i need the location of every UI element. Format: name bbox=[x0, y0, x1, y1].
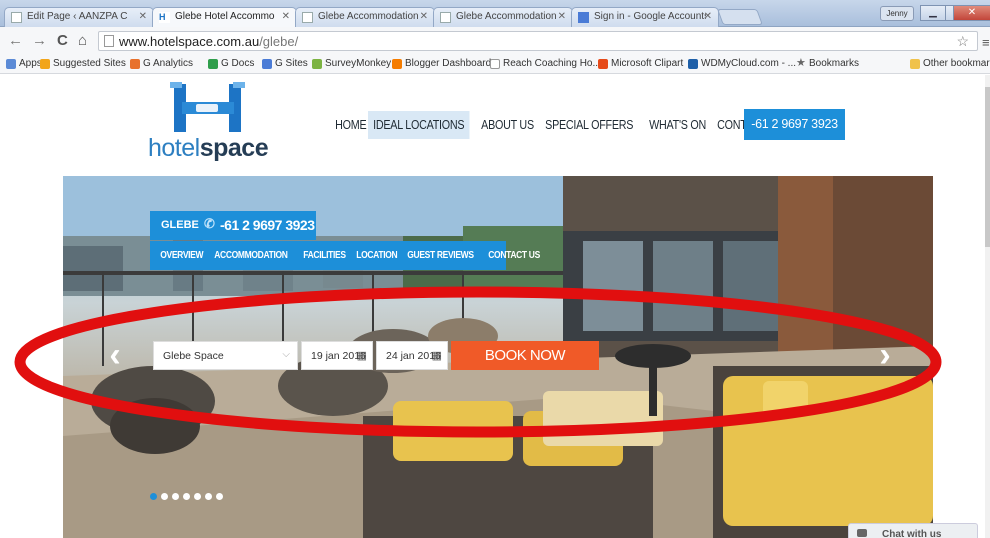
page-icon bbox=[440, 12, 451, 23]
main-navigation: HOME IDEAL LOCATIONS ABOUT US SPECIAL OF… bbox=[330, 110, 791, 140]
slide-dot[interactable] bbox=[150, 493, 157, 500]
blogger-icon bbox=[392, 59, 402, 69]
other-bookmarks[interactable]: Other bookmarks bbox=[910, 58, 990, 69]
bookmark-g-sites[interactable]: G Sites bbox=[262, 58, 308, 69]
browser-tab-active[interactable]: H Glebe Hotel Accommodat ✕ bbox=[152, 7, 297, 28]
address-bar[interactable]: www.hotelspace.com.au/glebe/ ☆ bbox=[98, 31, 978, 51]
suggested-sites-icon bbox=[40, 59, 50, 69]
slide-dot[interactable] bbox=[172, 493, 179, 500]
surveymonkey-icon bbox=[312, 59, 322, 69]
scrollbar-thumb[interactable] bbox=[985, 87, 990, 247]
analytics-icon bbox=[130, 59, 140, 69]
folder-icon bbox=[910, 59, 920, 69]
nav-about-us[interactable]: ABOUT US bbox=[476, 111, 539, 139]
close-tab-icon[interactable]: ✕ bbox=[558, 11, 566, 22]
slide-indicators bbox=[150, 493, 223, 500]
slider-prev-arrow-icon[interactable]: ‹ bbox=[98, 335, 132, 375]
logo-h-mark-icon bbox=[170, 82, 245, 132]
google-favicon-icon bbox=[578, 12, 589, 23]
slide-dot[interactable] bbox=[194, 493, 201, 500]
location-select[interactable]: Glebe Space ⌵ bbox=[153, 341, 298, 370]
subnav-location[interactable]: LOCATION bbox=[352, 250, 402, 261]
reload-icon[interactable]: C bbox=[57, 33, 68, 48]
slide-dot[interactable] bbox=[183, 493, 190, 500]
subnav-accommodation[interactable]: ACCOMMODATION bbox=[210, 250, 292, 261]
page-scrollbar[interactable] bbox=[985, 75, 990, 538]
location-header: GLEBE ✆ -61 2 9697 3923 bbox=[150, 211, 316, 240]
checkin-date-field[interactable]: 19 jan 2016 ▦ bbox=[301, 341, 373, 370]
slide-dot[interactable] bbox=[216, 493, 223, 500]
menu-icon[interactable]: ≡ bbox=[982, 35, 990, 50]
close-window-button[interactable]: ✕ bbox=[953, 5, 990, 21]
checkout-date-field[interactable]: 24 jan 2016 ▦ bbox=[376, 341, 448, 370]
nav-whats-on[interactable]: WHAT'S ON bbox=[644, 111, 711, 139]
bookmark-suggested-sites[interactable]: Suggested Sites bbox=[40, 58, 126, 69]
minimize-button[interactable]: ▁ bbox=[920, 5, 946, 21]
bookmarks-bar: Apps Suggested Sites G Analytics G Docs … bbox=[0, 55, 990, 74]
bookmark-star-icon[interactable]: ☆ bbox=[956, 33, 969, 50]
sites-icon bbox=[262, 59, 272, 69]
bookmark-blogger[interactable]: Blogger Dashboard bbox=[392, 58, 491, 69]
location-phone[interactable]: -61 2 9697 3923 bbox=[220, 217, 315, 233]
subnav-contact-us[interactable]: CONTACT US bbox=[484, 250, 544, 261]
browser-toolbar: ← → C ⌂ www.hotelspace.com.au/glebe/ ☆ ≡ bbox=[0, 27, 990, 55]
page-icon bbox=[490, 59, 500, 69]
close-tab-icon[interactable]: ✕ bbox=[420, 11, 428, 22]
bookmark-g-analytics[interactable]: G Analytics bbox=[130, 58, 193, 69]
back-icon[interactable]: ← bbox=[8, 33, 23, 48]
phone-icon: ✆ bbox=[204, 216, 215, 231]
slider-next-arrow-icon[interactable]: › bbox=[868, 335, 902, 375]
nav-home[interactable]: HOME bbox=[330, 111, 372, 139]
subnav-facilities[interactable]: FACILITIES bbox=[299, 250, 350, 261]
nav-special-offers[interactable]: SPECIAL OFFERS bbox=[540, 111, 638, 139]
drive-icon bbox=[208, 59, 218, 69]
home-icon[interactable]: ⌂ bbox=[78, 33, 87, 48]
page-icon bbox=[302, 12, 313, 23]
bookmark-reach-coaching[interactable]: Reach Coaching Ho... bbox=[490, 58, 601, 69]
hotelspace-logo[interactable]: hotelspace bbox=[148, 82, 273, 164]
star-icon: ★ bbox=[796, 57, 806, 69]
profile-button[interactable]: Jenny bbox=[880, 6, 914, 21]
bookmark-g-docs[interactable]: G Docs bbox=[208, 58, 254, 69]
subnav-overview[interactable]: OVERVIEW bbox=[156, 250, 207, 261]
close-tab-icon[interactable]: ✕ bbox=[704, 11, 712, 22]
hotelspace-favicon-icon: H bbox=[159, 12, 170, 23]
browser-tab[interactable]: Glebe Accommodation - H ✕ bbox=[433, 7, 573, 27]
browser-tab[interactable]: Glebe Accommodation - H ✕ bbox=[295, 7, 435, 27]
chat-widget[interactable]: Chat with us bbox=[848, 523, 978, 538]
header-phone-button[interactable]: -61 2 9697 3923 bbox=[744, 109, 845, 140]
bookmark-surveymonkey[interactable]: SurveyMonkey bbox=[312, 58, 391, 69]
slide-dot[interactable] bbox=[161, 493, 168, 500]
new-tab-button[interactable] bbox=[717, 9, 763, 25]
forward-icon[interactable]: → bbox=[32, 33, 47, 48]
browser-tab[interactable]: Sign in - Google Accounts ✕ bbox=[571, 7, 719, 27]
url-text: www.hotelspace.com.au/glebe/ bbox=[119, 34, 299, 49]
nav-ideal-locations[interactable]: IDEAL LOCATIONS bbox=[368, 111, 470, 139]
location-subnav: OVERVIEW ACCOMMODATION FACILITIES LOCATI… bbox=[150, 241, 540, 270]
browser-tab-strip: Edit Page ‹ AANZPA Conf ✕ H Glebe Hotel … bbox=[0, 0, 990, 28]
calendar-checkout-icon[interactable]: ▦ bbox=[432, 349, 442, 362]
page-icon bbox=[104, 35, 114, 47]
close-tab-icon[interactable]: ✕ bbox=[139, 11, 147, 22]
bookmark-apps[interactable]: Apps bbox=[6, 58, 42, 69]
book-now-button[interactable]: BOOK NOW bbox=[451, 341, 599, 370]
logo-wordmark: hotelspace bbox=[148, 134, 269, 162]
bookmark-wdmycloud[interactable]: WDMyCloud.com - ... bbox=[688, 58, 796, 69]
location-name: GLEBE bbox=[161, 219, 199, 231]
chevron-down-icon: ⌵ bbox=[282, 349, 290, 360]
slide-dot[interactable] bbox=[205, 493, 212, 500]
bookmark-microsoft-clipart[interactable]: Microsoft Clipart bbox=[598, 58, 683, 69]
page-icon bbox=[11, 12, 22, 23]
chat-bubble-icon bbox=[857, 529, 867, 537]
subnav-guest-reviews[interactable]: GUEST REVIEWS bbox=[403, 250, 478, 261]
apps-grid-icon bbox=[6, 59, 16, 69]
wd-icon bbox=[688, 59, 698, 69]
browser-tab[interactable]: Edit Page ‹ AANZPA Conf ✕ bbox=[4, 7, 154, 27]
office-icon bbox=[598, 59, 608, 69]
calendar-checkin-icon[interactable]: ▦ bbox=[357, 349, 367, 362]
bookmark-folder-bookmarks[interactable]: ★ Bookmarks bbox=[796, 57, 859, 69]
close-tab-icon[interactable]: ✕ bbox=[282, 11, 290, 22]
